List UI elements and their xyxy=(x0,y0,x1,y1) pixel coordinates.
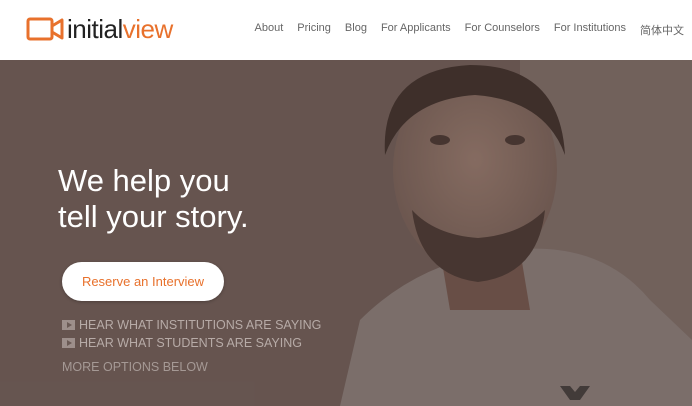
nav-language-chinese[interactable]: 简体中文 xyxy=(640,22,684,38)
main-nav: About Pricing Blog For Applicants For Co… xyxy=(255,22,684,38)
nav-about[interactable]: About xyxy=(255,22,284,38)
video-camera-icon xyxy=(26,16,64,42)
logo-text-view: view xyxy=(122,14,174,44)
more-options-link[interactable]: MORE OPTIONS BELOW xyxy=(62,360,208,374)
hero-headline: We help you tell your story. xyxy=(58,163,249,235)
play-icon xyxy=(62,338,75,348)
logo[interactable]: initialview xyxy=(26,16,173,42)
play-icon xyxy=(62,320,75,330)
nav-blog[interactable]: Blog xyxy=(345,22,367,38)
nav-for-institutions[interactable]: For Institutions xyxy=(554,22,626,38)
hero-headline-line1: We help you xyxy=(58,163,230,198)
students-video-link-label: HEAR WHAT STUDENTS ARE SAYING xyxy=(79,336,302,350)
nav-for-applicants[interactable]: For Applicants xyxy=(381,22,451,38)
nav-for-counselors[interactable]: For Counselors xyxy=(465,22,540,38)
reserve-interview-button[interactable]: Reserve an Interview xyxy=(62,262,224,301)
hero-headline-line2: tell your story. xyxy=(58,199,249,234)
institutions-video-link-label: HEAR WHAT INSTITUTIONS ARE SAYING xyxy=(79,318,322,332)
logo-text: initialview xyxy=(67,16,173,42)
students-video-link[interactable]: HEAR WHAT STUDENTS ARE SAYING xyxy=(62,336,302,350)
logo-text-initial: initial xyxy=(67,14,123,44)
nav-pricing[interactable]: Pricing xyxy=(297,22,331,38)
institutions-video-link[interactable]: HEAR WHAT INSTITUTIONS ARE SAYING xyxy=(62,318,321,332)
hero-section: We help you tell your story. Reserve an … xyxy=(0,60,692,406)
site-header: initialview About Pricing Blog For Appli… xyxy=(0,0,692,60)
